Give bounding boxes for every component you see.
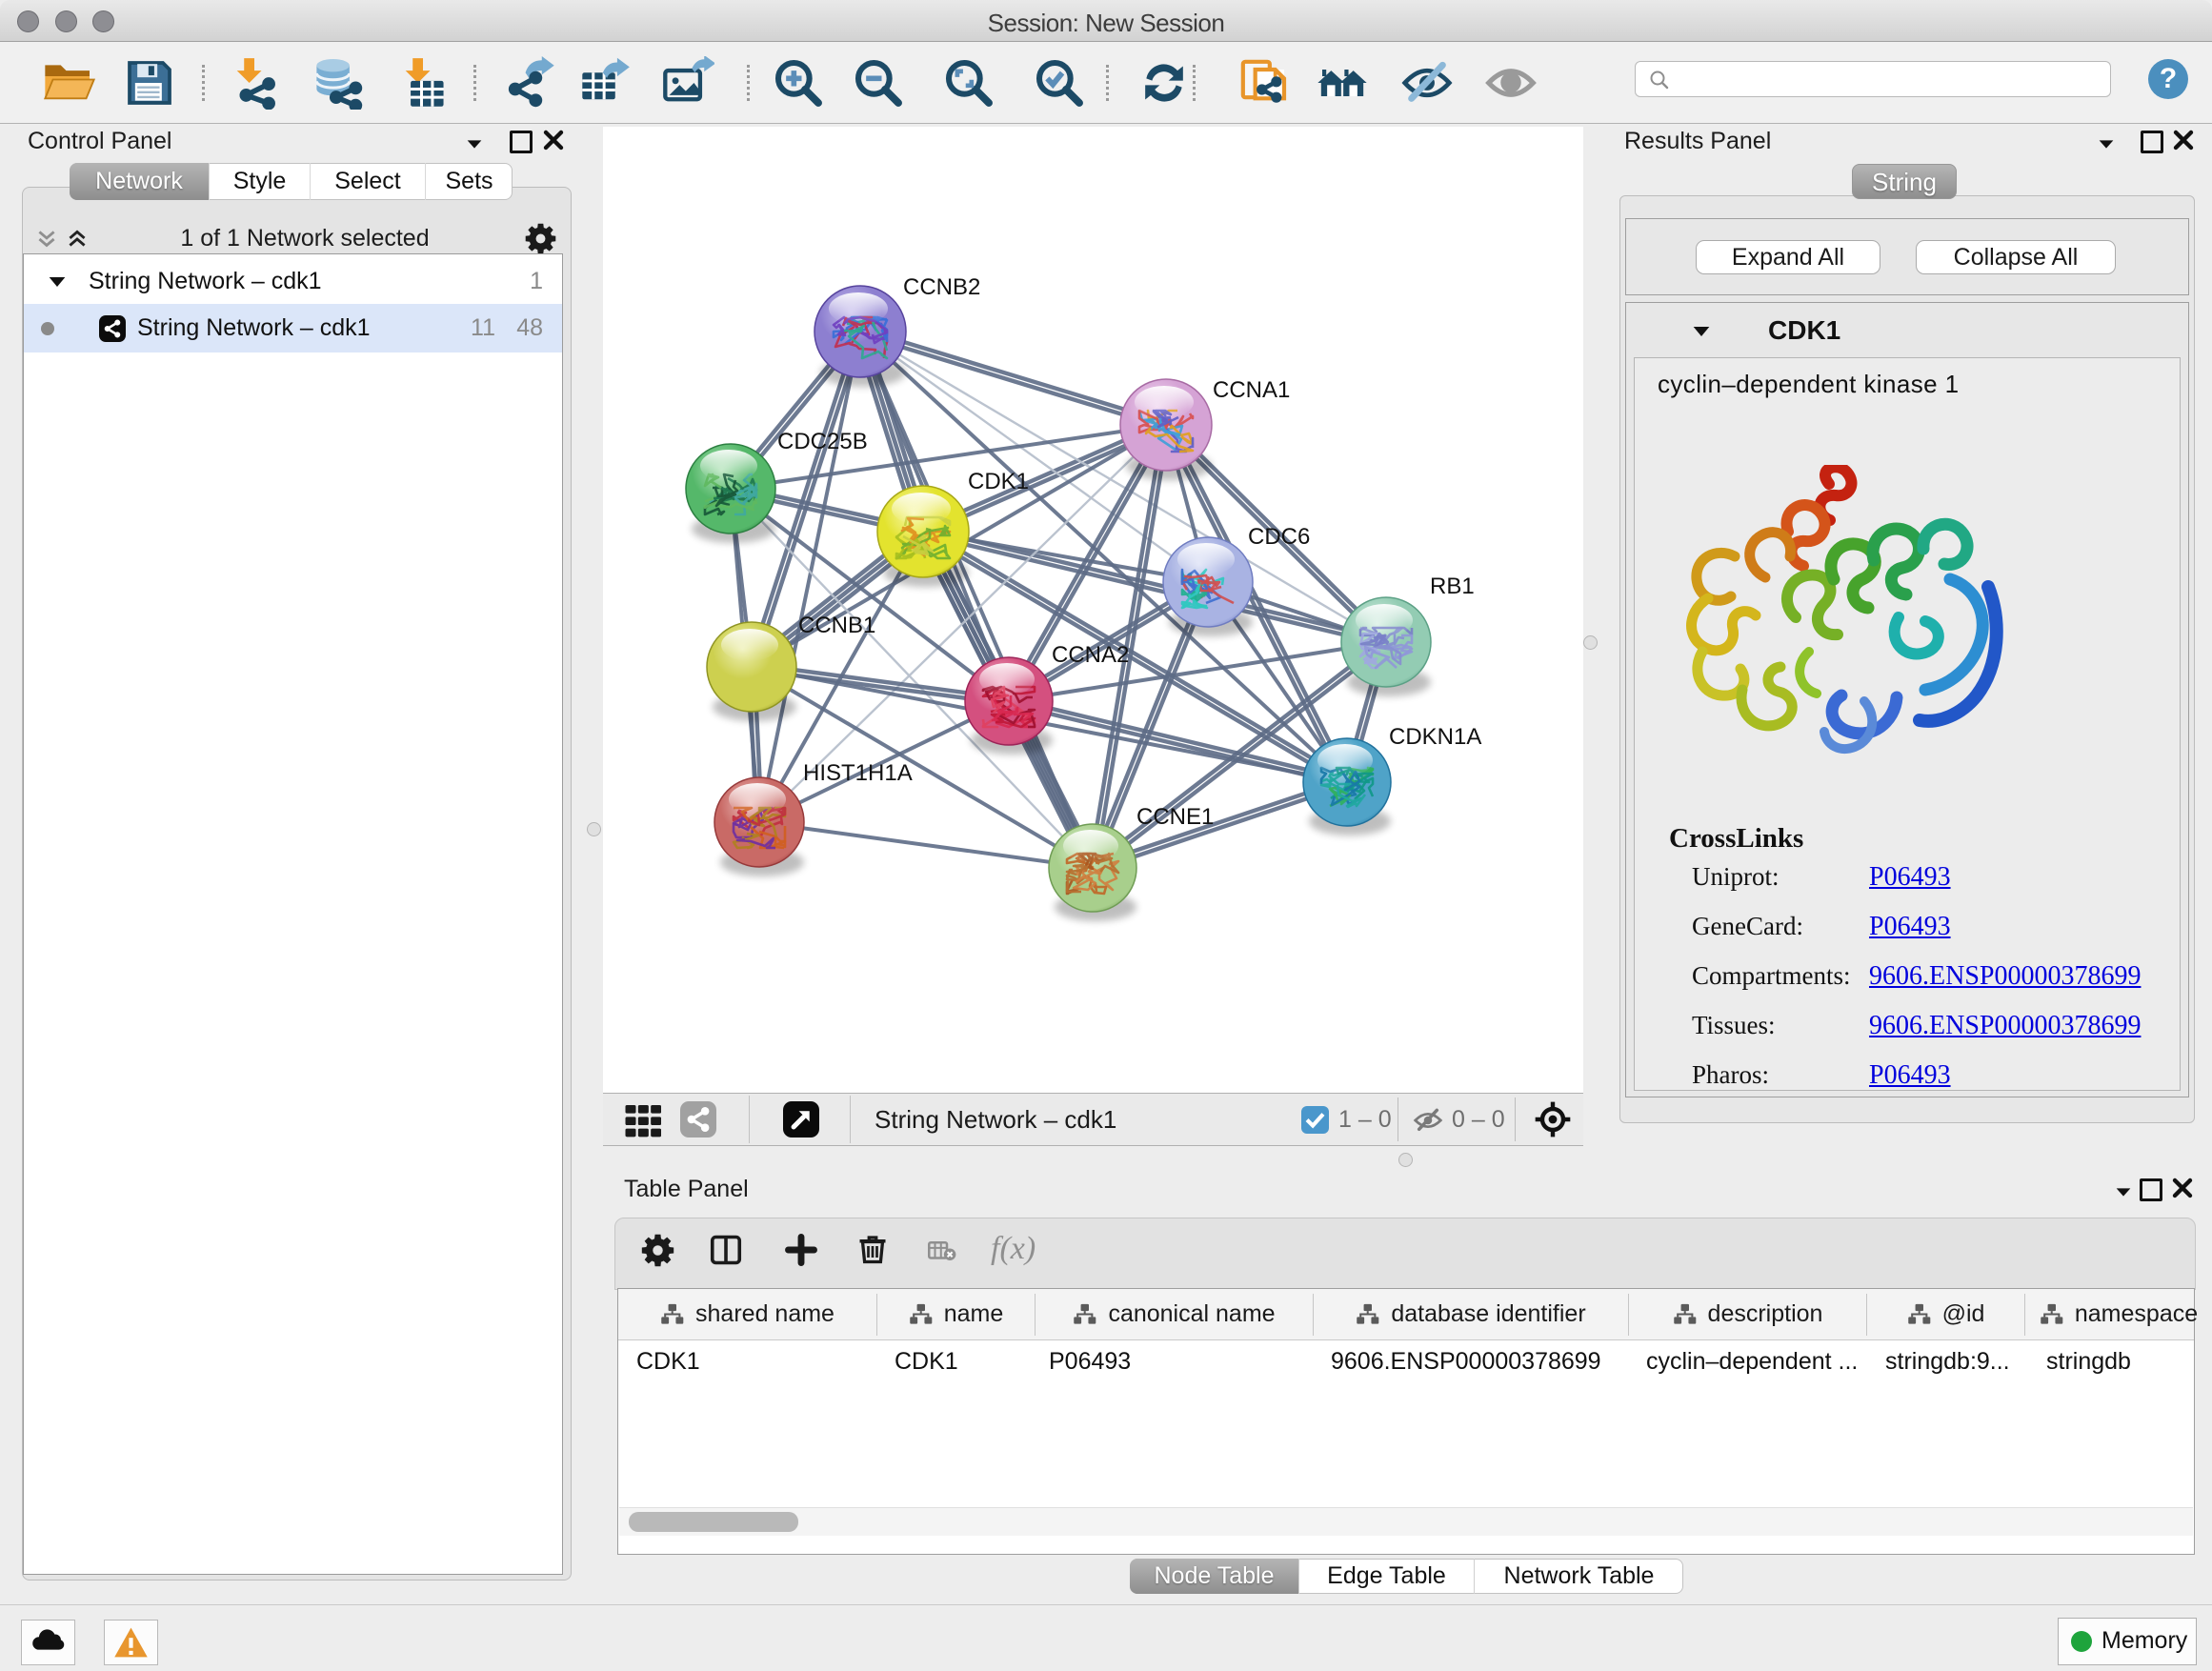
svg-text:CCNA1: CCNA1 [1213,377,1290,403]
svg-text:RB1: RB1 [1430,574,1475,599]
svg-text:CCNB2: CCNB2 [903,274,980,300]
svg-text:HIST1H1A: HIST1H1A [803,760,913,786]
svg-text:CDC25B: CDC25B [777,429,868,454]
svg-text:CDK1: CDK1 [968,469,1029,494]
svg-text:CDKN1A: CDKN1A [1389,724,1481,750]
svg-text:CCNB1: CCNB1 [798,613,875,638]
svg-text:CDC6: CDC6 [1248,524,1310,550]
svg-text:CCNE1: CCNE1 [1136,804,1214,830]
svg-text:CCNA2: CCNA2 [1052,642,1129,668]
